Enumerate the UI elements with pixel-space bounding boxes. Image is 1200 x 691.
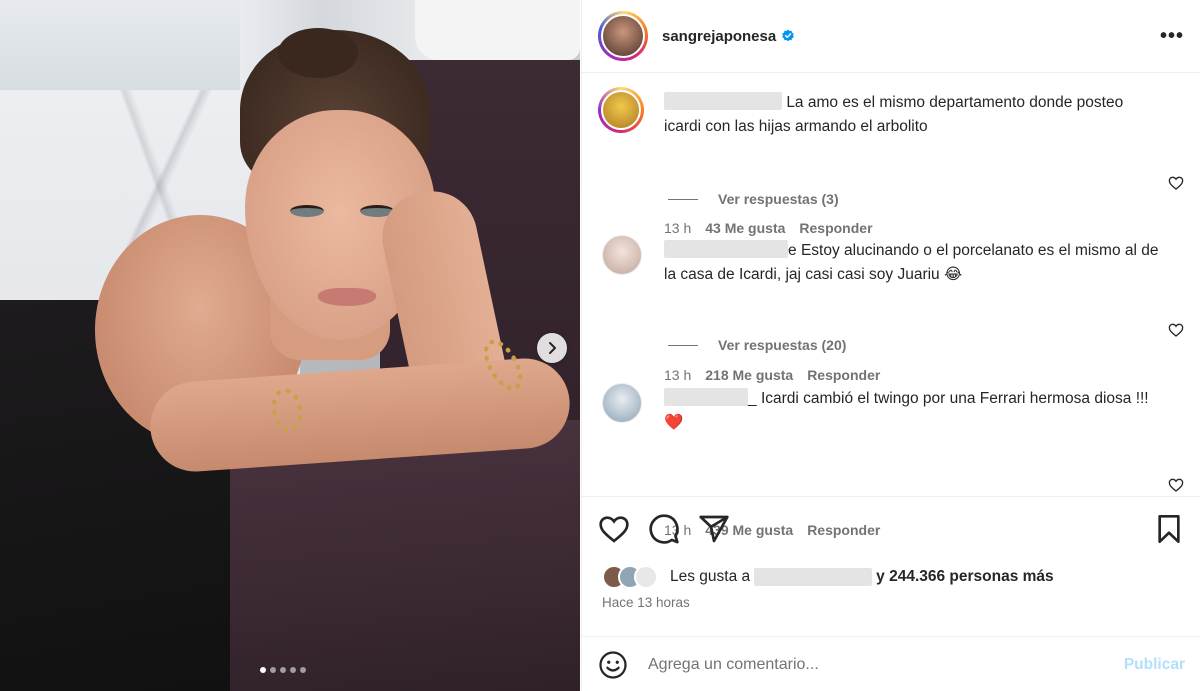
- carousel-dot: [260, 667, 266, 673]
- verified-badge-icon: [782, 29, 794, 42]
- commenter-avatar[interactable]: [598, 87, 644, 133]
- redacted-username: [664, 388, 748, 406]
- action-icons: [598, 513, 730, 545]
- carousel-dot: [270, 667, 276, 673]
- post-details-panel: sangrejaponesa ••• La amo es el mismo de…: [581, 0, 1200, 691]
- carousel-dot: [300, 667, 306, 673]
- emoji-icon[interactable]: [598, 650, 628, 680]
- avatar: [634, 565, 658, 589]
- comments-list: La amo es el mismo departamento donde po…: [582, 73, 1200, 538]
- liker-avatars: [602, 565, 658, 589]
- comment-icon[interactable]: [648, 513, 680, 545]
- post-actions: Les gusta a y 244.366 personas más Hace …: [582, 496, 1200, 691]
- author-avatar[interactable]: [598, 11, 648, 61]
- carousel-next-button[interactable]: [537, 333, 567, 363]
- comment-input[interactable]: [648, 655, 1124, 674]
- heart-icon[interactable]: [1168, 477, 1184, 493]
- post-timestamp[interactable]: Hace 13 horas: [602, 595, 690, 610]
- heart-icon[interactable]: [1168, 175, 1184, 191]
- share-icon[interactable]: [698, 513, 730, 545]
- comment-meta: 13 h 43 Me gusta Responder: [664, 220, 873, 236]
- redacted-username: [664, 92, 782, 110]
- commenter-avatar[interactable]: [602, 235, 642, 275]
- carousel-dot: [280, 667, 286, 673]
- post-header: sangrejaponesa •••: [582, 0, 1200, 73]
- comment-text-prefix: e: [788, 242, 797, 259]
- view-replies-button[interactable]: Ver respuestas (20): [668, 337, 846, 353]
- publish-button[interactable]: Publicar: [1124, 656, 1185, 674]
- comment-meta: 13 h 218 Me gusta Responder: [664, 367, 880, 383]
- heart-icon[interactable]: [598, 513, 630, 545]
- bookmark-icon[interactable]: [1153, 513, 1185, 545]
- view-replies-button[interactable]: Ver respuestas (3): [668, 191, 839, 207]
- chevron-right-icon: [549, 342, 556, 354]
- comment-text-block: e Estoy alucinando o el porcelanato es e…: [664, 239, 1164, 287]
- carousel-indicator: [260, 667, 306, 673]
- likes-prefix: Les gusta a: [670, 568, 751, 585]
- reply-button[interactable]: Responder: [799, 220, 872, 236]
- comment-likes[interactable]: 43 Me gusta: [705, 220, 785, 236]
- comment-likes[interactable]: 218 Me gusta: [705, 367, 793, 383]
- comment-time: 13 h: [664, 220, 692, 236]
- commenter-avatar[interactable]: [602, 383, 642, 423]
- more-options-button[interactable]: •••: [1160, 25, 1184, 48]
- reply-button[interactable]: Responder: [807, 367, 880, 383]
- comment-time: 13 h: [664, 367, 692, 383]
- redacted-username: [754, 568, 873, 586]
- author-username[interactable]: sangrejaponesa: [662, 28, 776, 45]
- redacted-username: [664, 240, 788, 258]
- comment-text-block: _ Icardi cambió el twingo por una Ferrar…: [664, 387, 1164, 435]
- likes-summary: Les gusta a y 244.366 personas más: [602, 565, 1054, 589]
- comment-text-prefix: _: [748, 390, 757, 407]
- comment-text-block: La amo es el mismo departamento donde po…: [664, 91, 1164, 139]
- likes-count[interactable]: y 244.366 personas más: [876, 568, 1054, 586]
- heart-icon[interactable]: [1168, 322, 1184, 338]
- post-photo: [0, 0, 580, 691]
- carousel-dot: [290, 667, 296, 673]
- comment-composer: Publicar: [582, 636, 1200, 691]
